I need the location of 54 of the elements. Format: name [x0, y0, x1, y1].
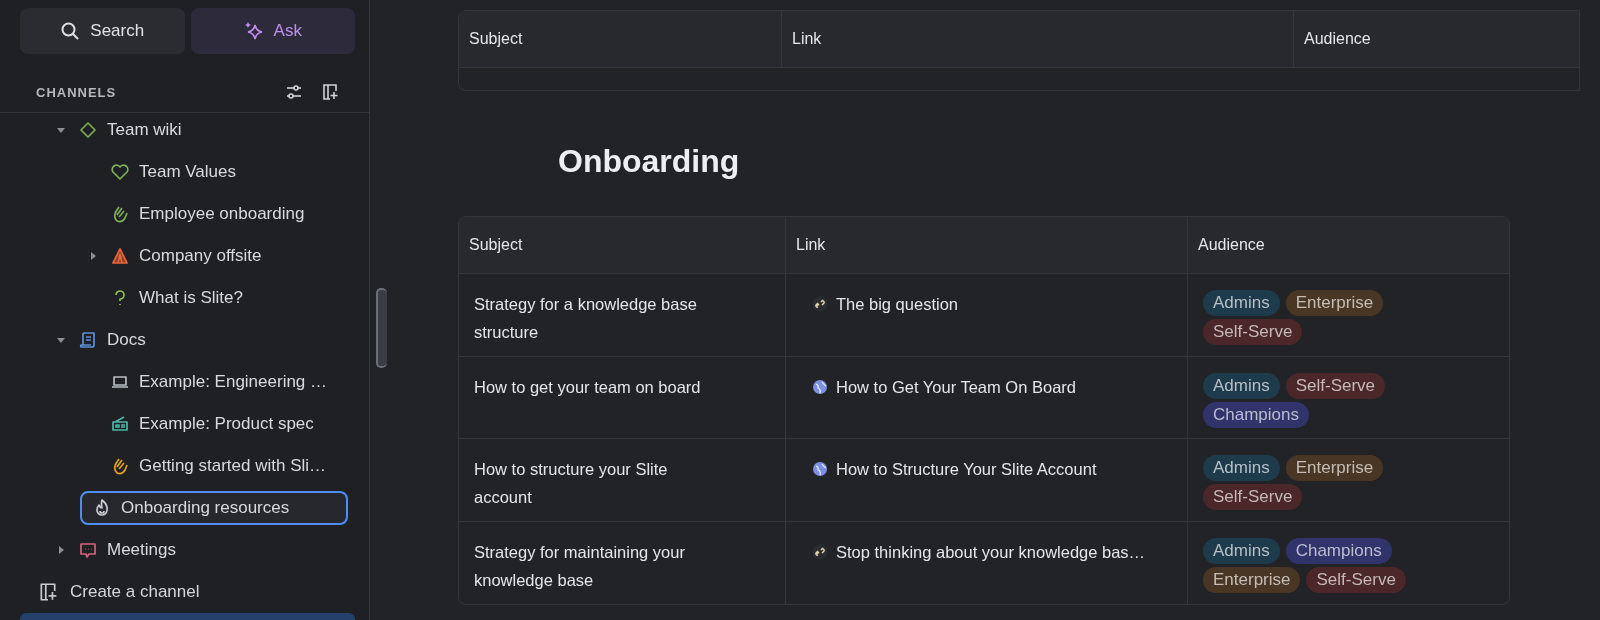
globe-icon: [812, 461, 828, 477]
audience-tag: Admins: [1203, 455, 1280, 481]
tree-item[interactable]: Docs: [48, 323, 160, 357]
audience-tag: Self-Serve: [1203, 484, 1303, 510]
add-channel-icon: [38, 582, 58, 602]
tree-item[interactable]: Employee onboarding: [80, 197, 319, 231]
audience-tag: Enterprise: [1285, 290, 1384, 316]
link-icon: [812, 544, 828, 560]
heart-icon: [110, 162, 130, 182]
audience-tag: Admins: [1203, 290, 1280, 316]
chat-icon: [78, 540, 98, 560]
tree-item[interactable]: Team Values: [80, 155, 250, 189]
tree-item[interactable]: Getting started with Sli…: [80, 449, 341, 483]
audience-tag: Self-Serve: [1306, 567, 1406, 593]
sliders-icon[interactable]: [285, 83, 303, 101]
section-title: CHANNELS: [36, 84, 118, 100]
subject-text: How to get your team on board: [474, 378, 701, 396]
subject-text: How to structure your Slite account: [474, 460, 668, 506]
radio-icon: [110, 414, 130, 434]
audience-tag: Admins: [1203, 538, 1280, 564]
doc-link[interactable]: The big question: [836, 290, 958, 318]
sparkle-icon: [243, 21, 264, 41]
search-button[interactable]: Search: [20, 8, 185, 54]
caret-right-icon[interactable]: [88, 251, 98, 261]
caret-down-icon[interactable]: [56, 335, 66, 345]
audience-tag: Enterprise: [1285, 455, 1384, 481]
scroll-icon: [78, 330, 98, 350]
create-channel-link[interactable]: Create a channel: [0, 575, 369, 609]
caret-down-icon[interactable]: [56, 125, 66, 135]
tree-item[interactable]: Onboarding resources: [80, 491, 348, 525]
audience-tag: Self-Serve: [1203, 319, 1303, 345]
tree-item[interactable]: Meetings: [48, 533, 190, 567]
tent-icon: [110, 246, 130, 266]
collapse-handle[interactable]: [376, 288, 387, 368]
audience-tag: Champions: [1285, 538, 1392, 564]
tree-item[interactable]: Example: Engineering …: [80, 365, 342, 399]
globe-icon: [812, 379, 828, 395]
audience-tag: Champions: [1203, 402, 1309, 428]
subject-text: Strategy for a knowledge base structure: [474, 295, 697, 341]
subject-text: Strategy for maintaining your knowledge base: [474, 543, 685, 589]
tree-item[interactable]: What is Slite?: [80, 281, 257, 315]
caret-right-icon[interactable]: [56, 545, 66, 555]
audience-tag: Self-Serve: [1285, 373, 1386, 399]
section-heading: Onboarding: [558, 143, 741, 180]
add-channel-icon[interactable]: [321, 83, 339, 101]
tree-item[interactable]: Team wiki: [48, 113, 196, 147]
tree-item[interactable]: Company offsite: [80, 239, 276, 273]
tree-item[interactable]: Example: Product spec: [80, 407, 328, 441]
audience-tag: Admins: [1203, 373, 1280, 399]
search-icon: [60, 21, 81, 41]
ask-button[interactable]: Ask: [190, 8, 355, 54]
link-icon: [812, 296, 828, 312]
audience-tag: Enterprise: [1203, 567, 1301, 593]
diamond-icon: [78, 120, 98, 140]
